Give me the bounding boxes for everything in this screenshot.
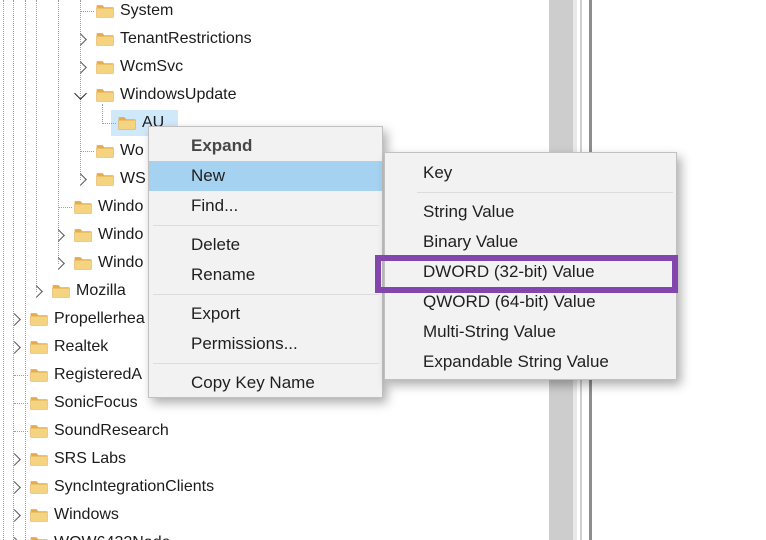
menu-separator — [149, 221, 382, 230]
tree-item-label: WcmSvc — [120, 58, 183, 76]
submenu-item-key[interactable]: Key — [385, 158, 676, 188]
folder-icon — [30, 311, 48, 331]
menu-separator — [385, 188, 676, 197]
menu-item-delete[interactable]: Delete — [149, 230, 382, 260]
folder-icon — [30, 367, 48, 387]
chevron-right-icon[interactable] — [30, 285, 43, 298]
tree-item-label: WindowsUpdate — [120, 86, 237, 104]
context-menu: ExpandNewFind... DeleteRename ExportPermis… — [148, 126, 383, 398]
chevron-right-icon[interactable] — [74, 61, 87, 74]
menu-item-find[interactable]: Find... — [149, 191, 382, 221]
tree-item-label: Wo — [120, 142, 144, 160]
folder-icon — [30, 395, 48, 415]
registry-editor-window: System TenantRestrictions WcmSvc WindowsUpd… — [0, 0, 766, 540]
tree-item-label: SoundResearch — [54, 422, 169, 440]
submenu-item-multi-string-value[interactable]: Multi-String Value — [385, 317, 676, 347]
folder-icon — [96, 171, 114, 191]
chevron-down-icon[interactable] — [74, 87, 87, 100]
tree-item-label: System — [120, 2, 173, 20]
tree-item-label: SyncIntegrationClients — [54, 478, 214, 496]
tree-item-label: SonicFocus — [54, 394, 138, 412]
menu-separator — [149, 290, 382, 299]
tree-item-label: TenantRestrictions — [120, 30, 252, 48]
chevron-right-icon[interactable] — [52, 229, 65, 242]
tree-item-system[interactable]: System — [0, 0, 549, 25]
tree-connector-line — [58, 207, 72, 208]
tree-connector-line — [14, 431, 28, 432]
folder-icon — [118, 115, 136, 135]
tree-item-windows[interactable]: Windows — [0, 501, 549, 529]
menu-item-permissions[interactable]: Permissions... — [149, 329, 382, 359]
tree-connector-line — [102, 123, 116, 124]
chevron-right-icon[interactable] — [74, 173, 87, 186]
folder-icon — [74, 199, 92, 219]
folder-icon — [74, 255, 92, 275]
folder-icon — [30, 479, 48, 499]
tree-item-label: Realtek — [54, 338, 108, 356]
folder-icon — [96, 59, 114, 79]
tree-item-windowsupdate[interactable]: WindowsUpdate — [0, 81, 549, 109]
menu-item-expand[interactable]: Expand — [149, 131, 382, 161]
menu-item-new[interactable]: New — [149, 161, 382, 191]
folder-icon — [96, 143, 114, 163]
chevron-right-icon[interactable] — [8, 453, 21, 466]
folder-icon — [30, 339, 48, 359]
tree-connector-line — [80, 11, 94, 12]
submenu-item-string-value[interactable]: String Value — [385, 197, 676, 227]
tree-item-label: RegisteredA — [54, 366, 142, 384]
tree-item-srs-labs[interactable]: SRS Labs — [0, 445, 549, 473]
tree-item-label: WS — [120, 170, 146, 188]
chevron-right-icon[interactable] — [8, 509, 21, 522]
tree-item-label: Windo — [98, 254, 143, 272]
tree-item-syncintegrationclients[interactable]: SyncIntegrationClients — [0, 473, 549, 501]
folder-icon — [96, 87, 114, 107]
tree-connector-line — [14, 403, 28, 404]
chevron-right-icon[interactable] — [8, 481, 21, 494]
folder-icon — [30, 535, 48, 540]
tree-item-wcmsvc[interactable]: WcmSvc — [0, 53, 549, 81]
tree-item-label: Mozilla — [76, 282, 126, 300]
tree-item-tenantrestrictions[interactable]: TenantRestrictions — [0, 25, 549, 53]
folder-icon — [30, 451, 48, 471]
chevron-right-icon[interactable] — [52, 257, 65, 270]
chevron-right-icon[interactable] — [8, 313, 21, 326]
folder-icon — [74, 227, 92, 247]
menu-item-copy-key-name[interactable]: Copy Key Name — [149, 368, 382, 398]
tree-connector-line — [14, 375, 28, 376]
chevron-right-icon[interactable] — [8, 341, 21, 354]
tree-item-label: WOW6432Node — [54, 534, 171, 540]
chevron-right-icon[interactable] — [74, 33, 87, 46]
folder-icon — [96, 3, 114, 23]
submenu-item-expandable-string-value[interactable]: Expandable String Value — [385, 347, 676, 377]
tree-connector-line — [80, 151, 94, 152]
menu-separator — [149, 359, 382, 368]
submenu-item-binary-value[interactable]: Binary Value — [385, 227, 676, 257]
tree-item-label: Windows — [54, 506, 119, 524]
folder-icon — [30, 423, 48, 443]
tree-item-label: Windo — [98, 198, 143, 216]
tree-item-label: SRS Labs — [54, 450, 126, 468]
tree-item-label: Windo — [98, 226, 143, 244]
annotation-highlight-box — [375, 255, 678, 293]
folder-icon — [52, 283, 70, 303]
menu-item-rename[interactable]: Rename — [149, 260, 382, 290]
tree-item-soundresearch[interactable]: SoundResearch — [0, 417, 549, 445]
tree-item-wow6432node[interactable]: WOW6432Node — [0, 529, 549, 540]
tree-item-label: Propellerhea — [54, 310, 145, 328]
folder-icon — [96, 31, 114, 51]
menu-item-export[interactable]: Export — [149, 299, 382, 329]
folder-icon — [30, 507, 48, 527]
